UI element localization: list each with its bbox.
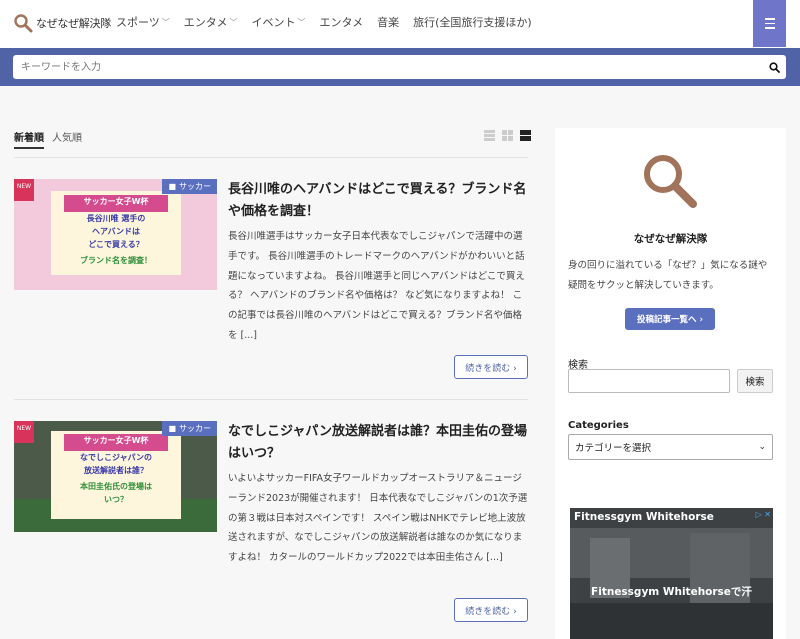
category-label: サッカー bbox=[179, 424, 211, 433]
sidebar-search-button[interactable]: 検索 bbox=[737, 369, 773, 393]
ad-title: Fitnessgym Whitehorse bbox=[574, 511, 714, 523]
grid-view-icon[interactable] bbox=[502, 130, 513, 141]
tab-newest[interactable]: 新着順 bbox=[14, 129, 44, 149]
post-thumbnail[interactable]: サッカー女子W杯 長谷川唯 選手の ヘアバンドは どこで買える？ ブランド名を調… bbox=[14, 179, 217, 290]
ad-image bbox=[570, 508, 773, 639]
category-badge[interactable]: ■ サッカー bbox=[162, 421, 217, 436]
post-list-button[interactable]: 投稿記事一覧へ › bbox=[625, 308, 715, 330]
ad-overlay-text: Fitnessgym Whitehorseで汗 bbox=[591, 586, 752, 598]
chevron-down-icon: ﹀ bbox=[297, 17, 306, 27]
list-view-icon[interactable] bbox=[484, 130, 495, 141]
categories-select[interactable]: カテゴリーを選択 ⌄ bbox=[568, 434, 773, 460]
chevron-down-icon: ﹀ bbox=[229, 17, 238, 27]
folder-icon: ■ bbox=[168, 424, 176, 433]
thumb-line: 本田圭佑氏の登場は bbox=[80, 482, 152, 491]
site-header: なぜなぜ解決隊 スポーツ ﹀ エンタメ ﹀ イベント ﹀ エンタメ 音楽 旅行(全国旅… bbox=[0, 0, 800, 48]
hamburger-icon bbox=[764, 17, 775, 31]
thumb-line: なでしこジャパンの bbox=[80, 453, 152, 462]
menu-button[interactable] bbox=[753, 0, 786, 47]
nav-item-entertainment[interactable]: エンタメ ﹀ bbox=[184, 14, 238, 30]
nav-label: 旅行(全国旅行支援ほか) bbox=[413, 16, 532, 29]
chevron-down-icon: ⌄ bbox=[758, 442, 766, 452]
post-excerpt: 長谷川唯選手はサッカー女子日本代表なでしこジャパンで活躍中の選手です。 長谷川唯… bbox=[228, 231, 525, 341]
divider bbox=[14, 399, 528, 400]
folder-icon: ■ bbox=[168, 182, 176, 191]
search-input[interactable] bbox=[13, 56, 762, 78]
divider bbox=[14, 157, 528, 158]
search-icon[interactable] bbox=[762, 61, 786, 73]
post-card: サッカー女子W杯 なでしこジャパンの 放送解説者は誰？ 本田圭佑氏の登場は いつ… bbox=[14, 421, 528, 626]
post-excerpt: いよいよサッカーFIFA女子ワールドカップオーストラリア＆ニュージーランド202… bbox=[228, 473, 528, 564]
sidebar-title: なぜなぜ解決隊 bbox=[633, 233, 708, 245]
logo-text: なぜなぜ解決隊 bbox=[36, 17, 111, 30]
nav-label: エンタメ bbox=[183, 16, 228, 29]
nav-label: スポーツ bbox=[116, 16, 160, 29]
select-value: カテゴリーを選択 bbox=[575, 443, 652, 454]
post-card: サッカー女子W杯 長谷川唯 選手の ヘアバンドは どこで買える？ ブランド名を調… bbox=[14, 179, 528, 384]
post-thumbnail[interactable]: サッカー女子W杯 なでしこジャパンの 放送解説者は誰？ 本田圭佑氏の登場は いつ… bbox=[14, 421, 217, 532]
thumb-line: 長谷川唯 選手の bbox=[86, 214, 146, 223]
thumb-line: 放送解説者は誰？ bbox=[84, 466, 148, 475]
new-tag: NEW bbox=[14, 421, 34, 443]
category-label: サッカー bbox=[179, 182, 211, 191]
thumb-line: どこで買える？ bbox=[88, 240, 144, 249]
site-logo[interactable]: なぜなぜ解決隊 bbox=[13, 12, 111, 34]
nav-label: 音楽 bbox=[377, 16, 400, 29]
categories-label: Categories bbox=[568, 420, 629, 431]
search-band bbox=[0, 48, 800, 86]
card-view-icon[interactable] bbox=[520, 130, 531, 141]
read-more-button[interactable]: 続きを読む › bbox=[454, 598, 528, 622]
main-content: 新着順 人気順 サッカー女子W杯 長谷川唯 選手の ヘアバンドは どこで買える？… bbox=[0, 86, 800, 639]
thumb-line: ヘアバンドは bbox=[91, 227, 141, 236]
sidebar: なぜなぜ解決隊 身の回りに溢れている「なぜ？」気になる謎や疑問をサクッと解決して… bbox=[555, 128, 786, 639]
thumb-line: ブランド名を調査！ bbox=[80, 256, 152, 265]
nav-item-travel[interactable]: 旅行(全国旅行支援ほか) bbox=[413, 14, 532, 30]
new-tag: NEW bbox=[14, 179, 34, 201]
nav-label: エンタメ bbox=[319, 16, 364, 29]
category-badge[interactable]: ■ サッカー bbox=[162, 179, 217, 194]
nav-label: イベント bbox=[251, 16, 296, 29]
ad-choices-icon[interactable]: ▷ ✕ bbox=[756, 510, 771, 519]
nav-item-event[interactable]: イベント ﹀ bbox=[251, 14, 305, 30]
view-toggle bbox=[477, 130, 531, 141]
thumb-line: サッカー女子W杯 bbox=[83, 197, 149, 206]
ad-banner[interactable]: Fitnessgym Whitehorse Fitnessgym Whiteho… bbox=[570, 508, 773, 639]
main-nav: スポーツ ﹀ エンタメ ﹀ イベント ﹀ エンタメ 音楽 旅行(全国旅行支援ほか) bbox=[116, 14, 546, 30]
tab-popular[interactable]: 人気順 bbox=[52, 129, 82, 149]
nav-item-entertainment-2[interactable]: エンタメ bbox=[319, 14, 363, 30]
magnifier-icon bbox=[644, 155, 697, 208]
post-title[interactable]: なでしこジャパン放送解説者は誰？本田圭佑の登場はいつ？ bbox=[228, 421, 528, 465]
chevron-down-icon: ﹀ bbox=[161, 17, 170, 27]
sidebar-description: 身の回りに溢れている「なぜ？」気になる謎や疑問をサクッと解決していきます。 bbox=[568, 260, 768, 291]
thumb-line: いつ？ bbox=[104, 495, 128, 504]
nav-item-music[interactable]: 音楽 bbox=[377, 14, 399, 30]
nav-item-sports[interactable]: スポーツ ﹀ bbox=[116, 14, 170, 30]
post-title[interactable]: 長谷川唯のヘアバンドはどこで買える？ブランド名や価格を調査！ bbox=[228, 179, 528, 223]
sidebar-search-input[interactable] bbox=[568, 369, 730, 393]
magnifier-logo-icon bbox=[14, 14, 33, 33]
read-more-button[interactable]: 続きを読む › bbox=[454, 355, 528, 379]
sort-tabs: 新着順 人気順 bbox=[14, 129, 90, 149]
search-box bbox=[13, 55, 786, 79]
